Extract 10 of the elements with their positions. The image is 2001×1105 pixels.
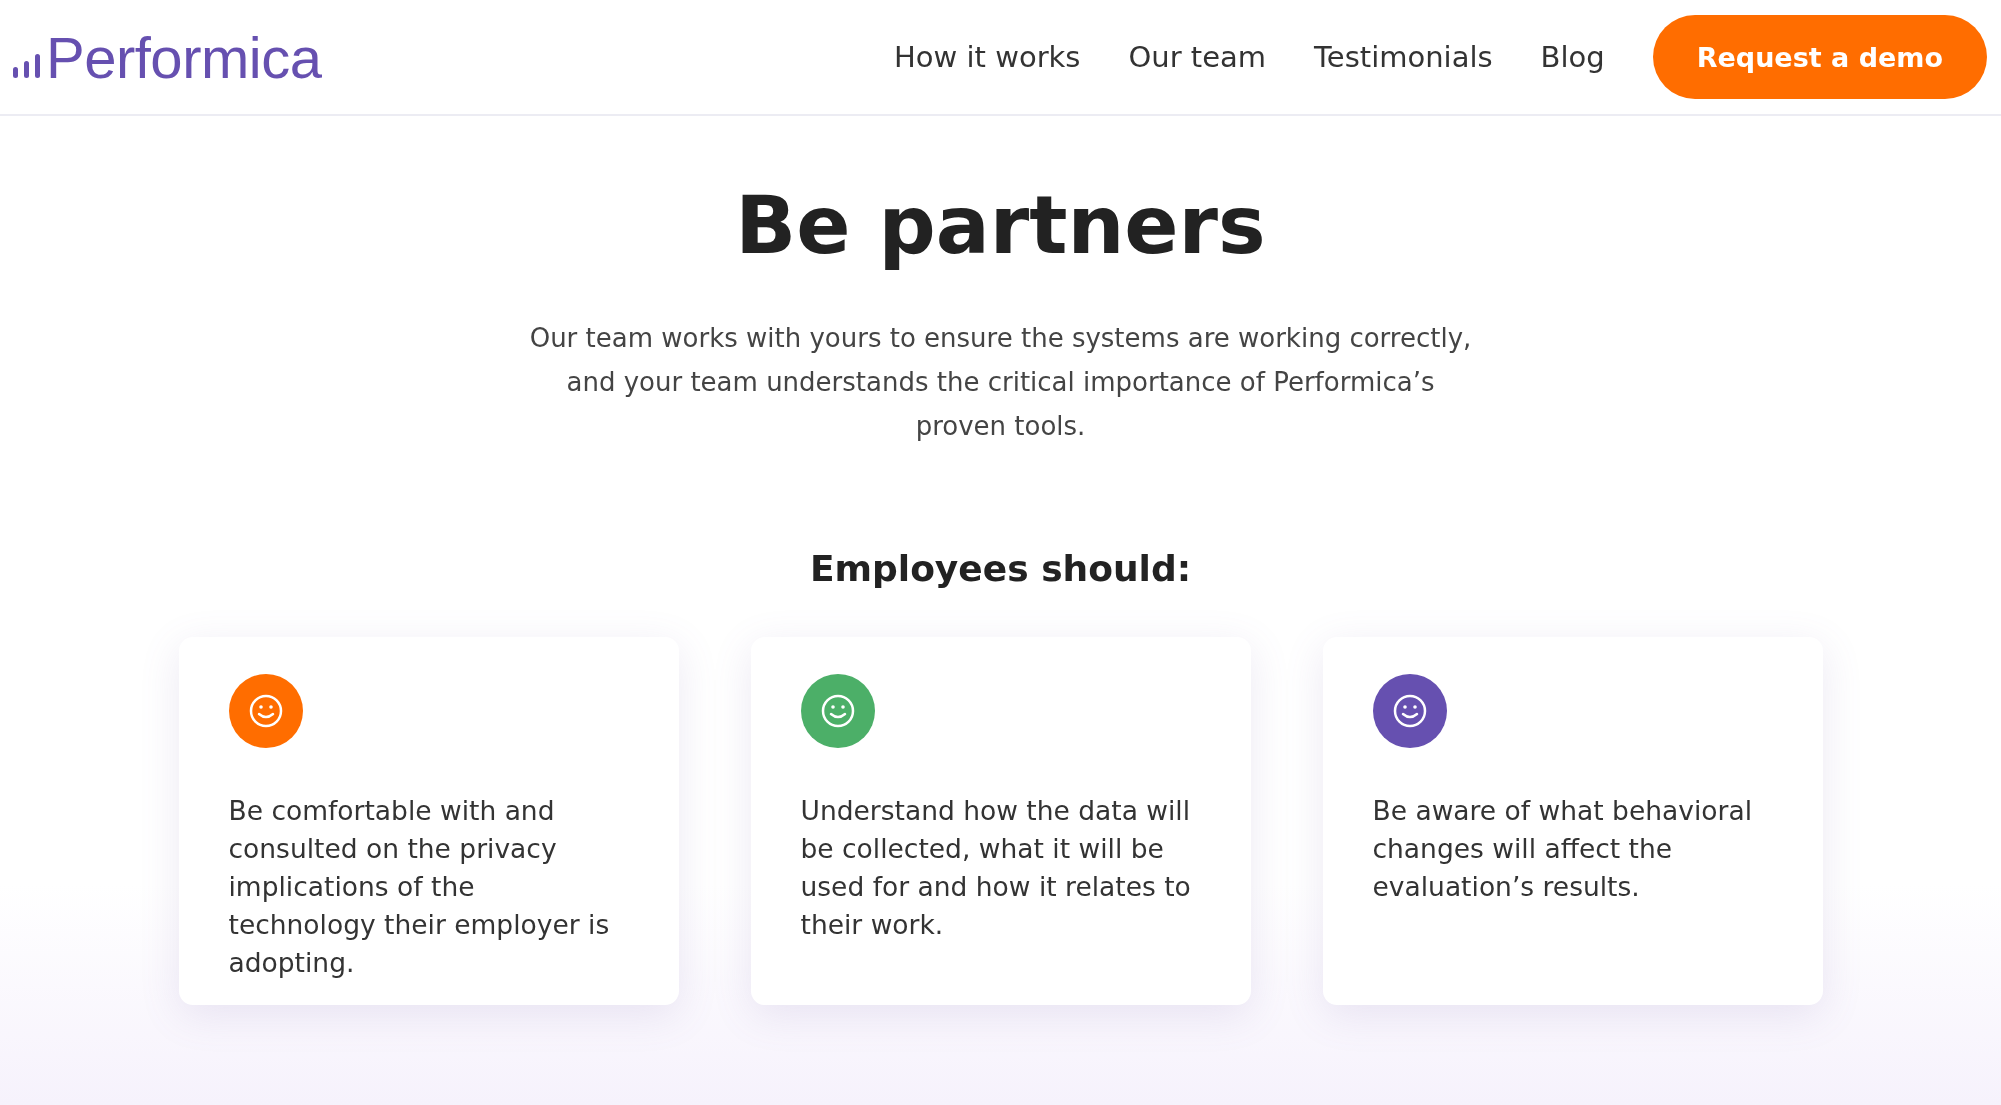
card-text: Be comfortable with and consulted on the privacy implications of the technology their employer is adopting. <box>228 794 611 980</box>
nav-link[interactable]: Our team <box>1128 40 1267 74</box>
logo-text[interactable]: Performica <box>46 23 322 91</box>
nav-link[interactable]: Testimonials <box>1314 40 1493 74</box>
card-text: Be aware of what behavioral changes will affect the evaluation’s results. <box>1372 794 1753 904</box>
nav-link[interactable]: How it works <box>894 40 1081 74</box>
nav-link[interactable]: Blog <box>1540 40 1605 74</box>
card-text: Understand how the data will be collected, what it will be used for and how it relates to their work. <box>800 794 1192 942</box>
intro-paragraph: Our team works with yours to ensure the systems are working correctly, and your team understands the critical importance of Performica’s proven tools. <box>528 322 1473 443</box>
section-heading: Employees should: <box>809 548 1192 589</box>
